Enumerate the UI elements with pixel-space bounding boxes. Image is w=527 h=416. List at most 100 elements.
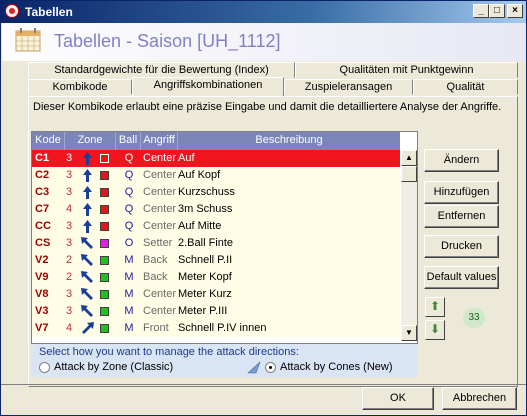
scroll-down-arrow-icon[interactable]: ▼ [401,325,417,341]
row-zone: 4 [66,203,73,215]
tab-qualitaeten-punktgewinn[interactable]: Qualitäten mit Punktgewinn [295,62,518,78]
table-row[interactable]: V7 4 M Front Schnell P.IV innen [32,320,400,337]
row-beschreibung: Meter Kurz [178,288,232,300]
row-code: V9 [35,271,49,283]
radio-attack-by-zone[interactable] [39,362,50,373]
table-row[interactable]: CC 3 Q Center Auf Mitte [32,218,400,235]
aendern-button[interactable]: Ändern [424,149,499,172]
radio-attack-by-cones[interactable] [265,362,276,373]
row-ball: Q [124,186,134,198]
vertical-scrollbar[interactable]: ▲ ▼ [401,150,417,341]
table-row[interactable]: V9 2 M Back Meter Kopf [32,269,400,286]
header-banner: Tabellen - Saison [UH_1112] [2,23,525,61]
drucken-button[interactable]: Drucken [424,235,499,258]
close-button[interactable]: × [507,4,523,18]
maximize-button[interactable]: □ [489,4,505,18]
row-code: CC [35,220,51,232]
entfernen-button[interactable]: Entfernen [424,205,499,228]
tab-standardgewichte[interactable]: Standardgewichte für die Bewertung (Inde… [28,62,295,78]
color-swatch [100,273,109,282]
row-zone: 2 [66,271,73,283]
count-badge: 33 [463,308,485,328]
color-swatch [100,290,109,299]
direction-arrow-icon [81,305,93,317]
hinzufuegen-button[interactable]: Hinzufügen [424,181,499,204]
page-title: Tabellen - Saison [UH_1112] [54,31,281,51]
row-code: V8 [35,288,49,300]
color-swatch [100,205,109,214]
tab-kombikode[interactable]: Kombikode [28,79,132,95]
row-code: V2 [35,254,49,266]
row-zone: 3 [66,220,73,232]
row-ball: Q [124,220,134,232]
row-beschreibung: Schnell P.IV innen [178,322,267,334]
row-ball: Q [124,152,134,164]
direction-arrow-icon [83,220,92,233]
row-zone: 3 [66,237,73,249]
tab-qualitaet[interactable]: Qualität [413,79,518,95]
attack-directions-question: Select how you want to manage the attack… [39,346,299,358]
scroll-up-arrow-icon[interactable]: ▲ [401,150,417,166]
table-row[interactable]: C2 3 Q Center Auf Kopf [32,167,400,184]
table-row[interactable]: CS 3 O Setter 2.Ball Finte [32,235,400,252]
row-ball: M [124,271,134,283]
tab-zuspieleransagen[interactable]: Zuspieleransagen [284,79,413,95]
table-row[interactable]: C3 3 Q Center Kurzschuss [32,184,400,201]
column-header-zone[interactable]: Zone [65,132,116,150]
row-beschreibung: Schnell P.II [178,254,233,266]
row-zone: 3 [66,169,73,181]
table-row[interactable]: V2 2 M Back Schnell P.II [32,252,400,269]
tab-angriffskombinationen[interactable]: Angriffskombinationen [132,77,284,96]
table-row[interactable]: C1 3 Q Center Auf [32,150,400,167]
attack-by-cones-label[interactable]: Attack by Cones (New) [280,361,392,373]
color-swatch [100,307,109,316]
row-beschreibung: Meter P.III [178,305,228,317]
color-swatch [100,188,109,197]
tab-row-top: Standardgewichte für die Bewertung (Inde… [28,62,518,78]
row-code: C3 [35,186,50,198]
title-bar: Tabellen _ □ × [1,1,526,23]
table-row[interactable]: V8 3 M Center Meter Kurz [32,286,400,303]
row-beschreibung: Auf Mitte [178,220,222,232]
direction-arrow-icon [83,152,92,165]
row-ball: M [124,305,134,317]
minimize-button[interactable]: _ [473,4,489,18]
row-code: CS [35,237,51,249]
row-code: C1 [35,152,50,164]
direction-arrow-icon [81,254,93,266]
row-zone: 4 [66,322,73,334]
scroll-thumb[interactable] [401,166,417,182]
row-zone: 3 [66,288,73,300]
row-beschreibung: Kurzschuss [178,186,235,198]
column-header-angriff[interactable]: Angriff [141,132,178,150]
row-beschreibung: 3m Schuss [178,203,233,215]
grid-header: Kode Zone Ball Angriff Beschreibung [32,132,400,150]
cone-icon [247,361,261,374]
abbrechen-button[interactable]: Abbrechen [442,387,517,410]
move-up-arrow-icon[interactable]: ⬆ [425,297,445,317]
table-row[interactable]: V3 3 M Center Meter P.III [32,303,400,320]
move-down-arrow-icon[interactable]: ⬇ [425,320,445,340]
direction-arrow-icon [83,186,92,199]
default-values-button[interactable]: Default values [424,266,499,289]
column-header-ball[interactable]: Ball [116,132,141,150]
direction-arrow-icon [81,288,93,300]
combinations-grid[interactable]: Kode Zone Ball Angriff Beschreibung C1 3 Q… [31,131,418,344]
row-ball: M [124,254,134,266]
row-code: C7 [35,203,50,215]
color-swatch [100,324,109,333]
color-swatch [100,239,109,248]
table-row[interactable]: C7 4 Q Center 3m Schuss [32,201,400,218]
ok-button[interactable]: OK [362,387,434,410]
row-code: C2 [35,169,50,181]
description-text: Dieser Kombikode erlaubt eine präzise Ei… [33,101,502,113]
column-header-kode[interactable]: Kode [32,132,65,150]
row-zone: 3 [66,186,73,198]
row-beschreibung: Auf [178,152,195,164]
color-swatch [100,222,109,231]
divider [1,384,526,385]
calendar-icon [15,28,41,52]
column-header-beschreibung[interactable]: Beschreibung [178,132,400,150]
row-ball: M [124,322,134,334]
attack-by-zone-label[interactable]: Attack by Zone (Classic) [54,361,173,373]
